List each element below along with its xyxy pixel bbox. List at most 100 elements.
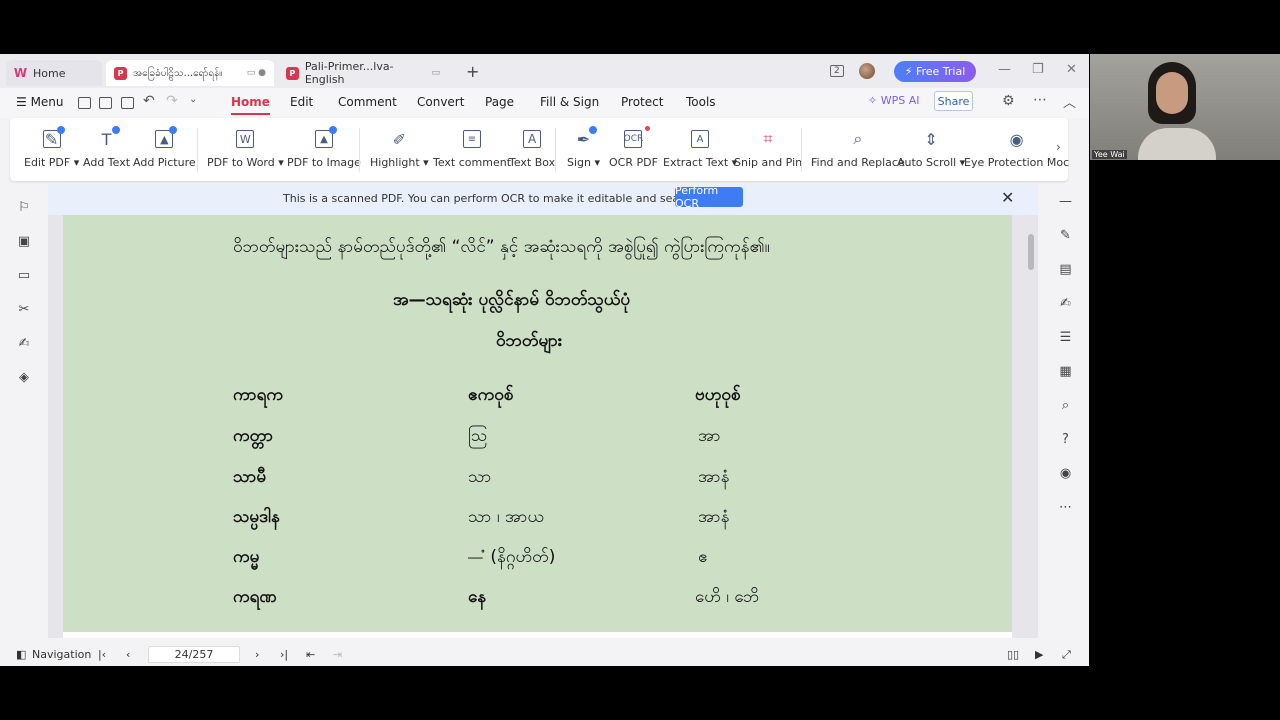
reading-mode-icon[interactable]: ▯▯ <box>1007 648 1019 661</box>
edit-panel-icon[interactable]: ✎ <box>1058 228 1073 243</box>
next-page-icon[interactable]: › <box>255 648 259 661</box>
more-icon[interactable]: ⋯ <box>1058 500 1073 515</box>
pdf-to-image-label: PDF to Image <box>287 156 361 169</box>
table-row-3-singular: သာ ၊ အာယ <box>468 507 545 527</box>
quick-access-dropdown-icon[interactable]: ⌄ <box>189 94 197 105</box>
attachment-icon[interactable]: ✂ <box>17 302 31 317</box>
bookmark-icon[interactable]: ⚐ <box>17 200 31 215</box>
search-icon[interactable]: ⌕ <box>1058 398 1073 413</box>
free-trial-button[interactable]: ⚡ Free Trial <box>894 61 976 82</box>
pdf-to-word-tool[interactable]: W PDF to Word ▾ <box>207 118 284 181</box>
doc-heading-2: ဝိဘတ်များ <box>496 331 563 351</box>
table-row-4-singular: —ံ (နိဂ္ဂဟိတ်) <box>468 547 556 567</box>
tab-active-document[interactable]: P အခြေခံပါဠိသ...ရော်ရန်။ ▭ ● <box>106 60 274 86</box>
ocr-bar-close-icon[interactable]: ✕ <box>1001 188 1014 207</box>
snip-pin-tool[interactable]: ⌗ Snip and Pin <box>734 118 802 181</box>
auto-scroll-tool[interactable]: ⇕ Auto Scroll ▾ <box>897 118 965 181</box>
webcam-name-label: Yee Wai <box>1092 150 1127 159</box>
menu-home[interactable]: Home <box>231 95 270 115</box>
user-avatar[interactable] <box>859 63 875 79</box>
text-comment-label: Text comment <box>433 156 512 169</box>
add-text-tool[interactable]: T Add Text <box>83 118 130 181</box>
previous-page-icon[interactable]: ‹ <box>126 648 130 661</box>
perform-ocr-button[interactable]: Perform OCR <box>675 184 743 210</box>
menu-page[interactable]: Page <box>485 95 514 109</box>
find-replace-tool[interactable]: ⌕ Find and Replace <box>811 118 905 181</box>
comments-icon[interactable]: ▭ <box>17 268 31 283</box>
close-button[interactable]: ✕ <box>1066 62 1077 77</box>
ribbon-scroll-right-icon[interactable]: › <box>1056 140 1061 154</box>
snip-pin-label: Snip and Pin <box>734 156 803 169</box>
webcam-overlay: Yee Wai <box>1090 54 1280 160</box>
play-icon[interactable]: ▶ <box>1035 648 1043 661</box>
scan-panel-icon[interactable]: ▦ <box>1058 364 1073 379</box>
eye-protection-tool[interactable]: ◉ Eye Protection Moc <box>964 118 1069 181</box>
page-number-input[interactable]: 24/257 <box>148 646 240 663</box>
menu-fill-sign[interactable]: Fill & Sign <box>540 95 599 109</box>
vertical-scrollbar[interactable] <box>1028 234 1034 270</box>
signature-panel-icon[interactable]: ✍ <box>17 336 31 351</box>
undo-icon[interactable]: ↶ <box>143 93 155 109</box>
fullscreen-icon[interactable]: ⤢ <box>1062 648 1071 662</box>
table-row-3-plural: အာနံ <box>698 507 730 527</box>
webcam-person <box>1138 62 1218 160</box>
tab-active-label: အခြေခံပါဠိသ...ရော်ရန်။ <box>133 67 223 79</box>
text-comment-tool[interactable]: ≡ Text comment <box>433 118 511 181</box>
menu-comment[interactable]: Comment <box>338 95 397 109</box>
document-view[interactable]: ဝိဘတ်များသည် နာမ်တည်ပုဒ်တို့၏ “လိင်” နှင… <box>48 184 1038 638</box>
first-page-icon[interactable]: |‹ <box>98 648 106 661</box>
edit-pdf-tool[interactable]: ✎ Edit PDF ▾ <box>24 118 79 181</box>
collapse-panel-icon[interactable]: — <box>1058 194 1073 209</box>
layers-icon[interactable]: ◈ <box>17 370 31 385</box>
text-box-label: Text Box <box>509 156 556 169</box>
outline-panel-icon[interactable]: ☰ <box>1058 330 1073 345</box>
add-picture-tool[interactable]: ▲ Add Picture <box>133 118 196 181</box>
menu-convert[interactable]: Convert <box>417 95 464 109</box>
doc-heading-1: အ—သရဆုံး ပုလ္လိင်နာမ် ဝိဘတ်သွယ်ပုံ <box>393 290 631 310</box>
new-tab-button[interactable]: + <box>466 62 479 81</box>
table-row-5-case: ကရဏ <box>233 587 277 607</box>
help-icon[interactable]: ? <box>1058 432 1073 447</box>
share-button[interactable]: Share <box>934 91 973 111</box>
navigation-panel-icon[interactable]: ◧ <box>16 648 26 661</box>
collapse-ribbon-icon[interactable]: ︿ <box>1063 92 1076 111</box>
highlight-tool[interactable]: ✐ Highlight ▾ <box>370 118 429 181</box>
minimize-button[interactable]: — <box>998 62 1011 77</box>
ocr-message: This is a scanned PDF. You can perform O… <box>283 192 724 205</box>
print-icon[interactable] <box>121 97 134 109</box>
menu-protect[interactable]: Protect <box>621 95 663 109</box>
back-view-icon[interactable]: ⇤ <box>306 648 315 661</box>
ribbon-toolbar: ✎ Edit PDF ▾ T Add Text ▲ Add Picture W … <box>10 118 1069 181</box>
settings-gear-icon[interactable]: ⚙ <box>1002 93 1015 109</box>
redo-icon[interactable]: ↷ <box>166 93 178 109</box>
table-row-1-case: ကတ္တာ <box>233 426 274 446</box>
last-page-icon[interactable]: ›| <box>280 648 288 661</box>
document-panel-icon[interactable]: ▤ <box>1058 262 1073 277</box>
main-menu-button[interactable]: ☰ Menu <box>16 95 64 109</box>
forward-view-icon[interactable]: ⇥ <box>333 648 342 661</box>
save-icon[interactable] <box>99 97 112 109</box>
eye-protection-icon: ◉ <box>1009 129 1024 149</box>
tab-home[interactable]: W Home <box>6 60 102 86</box>
ocr-pdf-tool[interactable]: OCR OCR PDF <box>609 118 658 181</box>
menu-edit[interactable]: Edit <box>290 95 313 109</box>
window-count-badge[interactable]: 2 <box>830 65 844 77</box>
wps-ai-button[interactable]: ✧ WPS AI <box>868 94 919 107</box>
sign-tool[interactable]: ✒ Sign ▾ <box>567 118 600 181</box>
screen: W Home P အခြေခံပါဠိသ...ရော်ရန်။ ▭ ● P Pa… <box>0 0 1280 720</box>
table-row-2-case: သာမီ <box>233 467 267 487</box>
extract-text-tool[interactable]: A Extract Text ▾ <box>663 118 737 181</box>
menu-tools[interactable]: Tools <box>686 95 716 109</box>
more-options-icon[interactable]: ⋯ <box>1033 92 1047 108</box>
eye-icon[interactable]: ◉ <box>1058 466 1073 481</box>
ocr-notification-bar: This is a scanned PDF. You can perform O… <box>48 184 1038 215</box>
open-folder-icon[interactable] <box>78 97 91 109</box>
navigation-label[interactable]: Navigation <box>32 648 91 661</box>
pdf-to-word-icon: W <box>239 132 251 146</box>
pdf-to-image-tool[interactable]: ▲ PDF to Image <box>287 118 361 181</box>
text-box-tool[interactable]: A Text Box <box>509 118 555 181</box>
sign-panel-icon[interactable]: ✍ <box>1058 296 1073 311</box>
restore-button[interactable]: ❐ <box>1032 62 1044 77</box>
thumbnails-icon[interactable]: ▣ <box>17 234 31 249</box>
tab-pali-primer[interactable]: P Pali-Primer...lva-English ▭ <box>278 60 448 86</box>
